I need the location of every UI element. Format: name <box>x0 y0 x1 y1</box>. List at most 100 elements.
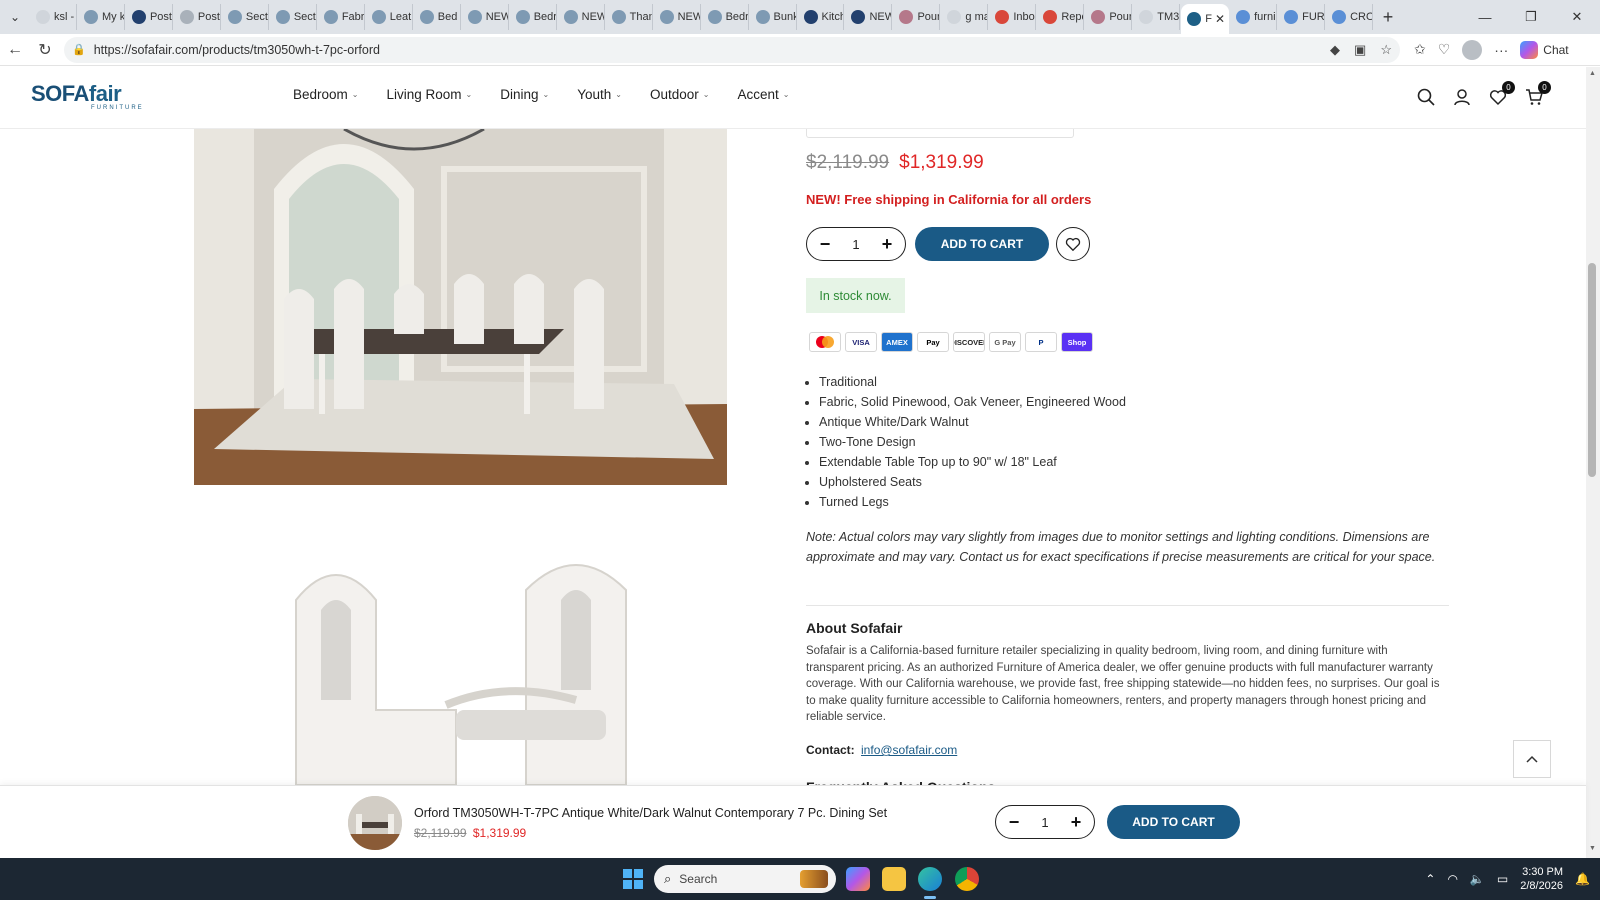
browser-tab[interactable]: Bunk <box>750 4 797 30</box>
browser-essentials-icon[interactable]: ♡ <box>1438 41 1451 58</box>
browser-tab[interactable]: NEW <box>558 4 605 30</box>
browser-tab[interactable]: Kitch <box>798 4 845 30</box>
back-button[interactable]: ← <box>0 35 30 65</box>
nav-item-youth[interactable]: Youth ⌄ <box>577 87 622 102</box>
copilot-icon <box>1520 40 1539 59</box>
sticky-original-price: $2,119.99 <box>414 826 467 840</box>
favorite-star-icon[interactable]: ☆ <box>1380 42 1392 58</box>
sticky-product-thumbnail <box>348 796 402 850</box>
restore-button[interactable]: ❐ <box>1508 0 1554 34</box>
tab-actions-menu-button[interactable]: ⌄ <box>0 0 30 34</box>
product-chairs-image[interactable] <box>276 560 656 785</box>
add-to-cart-button[interactable]: ADD TO CART <box>915 227 1049 261</box>
favorites-icon[interactable]: ✩ <box>1414 41 1426 58</box>
nav-item-accent[interactable]: Accent ⌄ <box>737 87 789 102</box>
tab-favicon-icon <box>1139 10 1154 24</box>
nav-item-outdoor[interactable]: Outdoor ⌄ <box>650 87 709 102</box>
search-icon[interactable] <box>1416 87 1436 107</box>
clock-date: 2/8/2026 <box>1520 880 1564 892</box>
browser-tab[interactable]: Than <box>606 4 653 30</box>
sticky-add-to-cart-bar: Orford TM3050WH-T-7PC Antique White/Dark… <box>0 785 1586 858</box>
nav-item-dining[interactable]: Dining ⌄ <box>500 87 549 102</box>
site-info-icon[interactable]: 🔒 <box>72 43 86 56</box>
tab-label: Repc <box>1061 11 1083 23</box>
nav-item-label: Living Room <box>386 87 462 102</box>
increase-quantity-button[interactable]: + <box>879 234 895 255</box>
file-explorer-icon[interactable] <box>882 867 906 891</box>
browser-tab[interactable]: Leatl <box>366 4 413 30</box>
sticky-decrease-quantity-button[interactable]: − <box>1006 812 1022 833</box>
copilot-app-icon[interactable] <box>846 867 870 891</box>
show-hidden-icons-chevron-icon[interactable]: ⌃ <box>1425 872 1435 886</box>
browser-tab[interactable]: Secti <box>222 4 269 30</box>
contact-email-link[interactable]: info@sofafair.com <box>861 743 957 757</box>
tab-favicon-icon <box>83 10 98 24</box>
chrome-browser-icon[interactable] <box>955 867 979 891</box>
tab-label: Leatl <box>389 11 413 23</box>
chevron-down-icon: ⌄ <box>782 90 790 99</box>
browser-tab[interactable]: Post <box>126 4 173 30</box>
browser-tab[interactable]: NEW <box>654 4 701 30</box>
sticky-increase-quantity-button[interactable]: + <box>1068 812 1084 833</box>
reload-button[interactable]: ↻ <box>30 35 60 65</box>
cart-icon[interactable]: 0 <box>1524 81 1551 107</box>
copilot-chat-button[interactable]: Chat <box>1520 40 1569 59</box>
browser-tab[interactable]: NEW <box>845 4 893 30</box>
browser-tab[interactable]: g ma <box>941 4 989 30</box>
sofafair-logo[interactable]: SOFAfair FURNITURE <box>31 83 144 112</box>
account-icon[interactable] <box>1452 87 1472 107</box>
minimize-button[interactable]: — <box>1462 0 1508 34</box>
browser-tab[interactable]: My k <box>78 4 125 30</box>
quantity-input[interactable]: 1 <box>852 237 859 252</box>
tab-label: Secti <box>245 11 269 23</box>
nav-item-bedroom[interactable]: Bedroom ⌄ <box>293 87 358 102</box>
start-button[interactable] <box>623 869 643 889</box>
browser-tab[interactable]: Post <box>174 4 221 30</box>
sticky-quantity-input[interactable]: 1 <box>1041 815 1048 830</box>
decrease-quantity-button[interactable]: − <box>817 234 833 255</box>
browser-tab[interactable]: NEW <box>462 4 509 30</box>
browser-tab[interactable]: TM3 <box>1133 4 1181 30</box>
volume-icon[interactable]: 🔈 <box>1470 872 1485 886</box>
browser-tab[interactable]: Pour <box>1085 4 1133 30</box>
edge-browser-icon[interactable] <box>918 867 942 891</box>
new-tab-button[interactable]: + <box>1374 4 1402 30</box>
browser-tab[interactable]: Fabri <box>318 4 365 30</box>
immersive-reader-icon[interactable]: ▣ <box>1354 42 1366 58</box>
wishlist-icon[interactable]: 0 <box>1488 81 1515 107</box>
address-bar[interactable]: 🔒 https://sofafair.com/products/tm3050wh… <box>64 36 1400 63</box>
price-row: $2,119.99 $1,319.99 <box>806 152 984 174</box>
scroll-up-arrow[interactable]: ▲ <box>1589 70 1596 77</box>
browser-tab[interactable]: Bedr <box>702 4 749 30</box>
browser-tab[interactable]: FURI <box>1278 4 1326 30</box>
nav-item-living-room[interactable]: Living Room ⌄ <box>386 87 472 102</box>
taskbar-search[interactable]: ⌕ Search <box>654 865 836 893</box>
notification-bell-icon[interactable]: 🔔 <box>1575 872 1590 886</box>
browser-tab[interactable]: CRO <box>1326 4 1374 30</box>
browser-tab[interactable]: Pour <box>893 4 941 30</box>
browser-tab[interactable]: Repc <box>1037 4 1085 30</box>
clock[interactable]: 3:30 PM 2/8/2026 <box>1520 865 1563 893</box>
add-to-wishlist-button[interactable] <box>1056 227 1090 261</box>
back-to-top-button[interactable] <box>1513 740 1551 778</box>
browser-tab[interactable]: Secti <box>270 4 317 30</box>
scrollbar-thumb[interactable] <box>1588 263 1596 477</box>
browser-tab-active[interactable]: F ✕ <box>1181 4 1230 34</box>
browser-tab[interactable]: ksl - <box>30 4 77 30</box>
browser-tab[interactable]: furni <box>1230 4 1278 30</box>
url-text[interactable]: https://sofafair.com/products/tm3050wh-t… <box>94 43 1330 57</box>
sticky-add-to-cart-button[interactable]: ADD TO CART <box>1107 805 1240 839</box>
product-main-image[interactable] <box>194 129 727 485</box>
more-menu-icon[interactable]: ··· <box>1494 42 1508 58</box>
battery-icon[interactable]: ▭ <box>1497 872 1508 886</box>
extension-icon[interactable]: ◆ <box>1330 42 1340 58</box>
browser-tab[interactable]: Bed I <box>414 4 461 30</box>
profile-avatar[interactable] <box>1462 39 1483 60</box>
browser-tab[interactable]: Inbo <box>989 4 1037 30</box>
close-tab-icon[interactable]: ✕ <box>1215 12 1225 26</box>
wifi-icon[interactable]: ◠ <box>1447 872 1457 886</box>
chat-label: Chat <box>1543 42 1569 57</box>
scroll-down-arrow[interactable]: ▼ <box>1589 845 1596 852</box>
close-window-button[interactable]: ✕ <box>1554 0 1600 34</box>
browser-tab[interactable]: Bedr <box>510 4 557 30</box>
